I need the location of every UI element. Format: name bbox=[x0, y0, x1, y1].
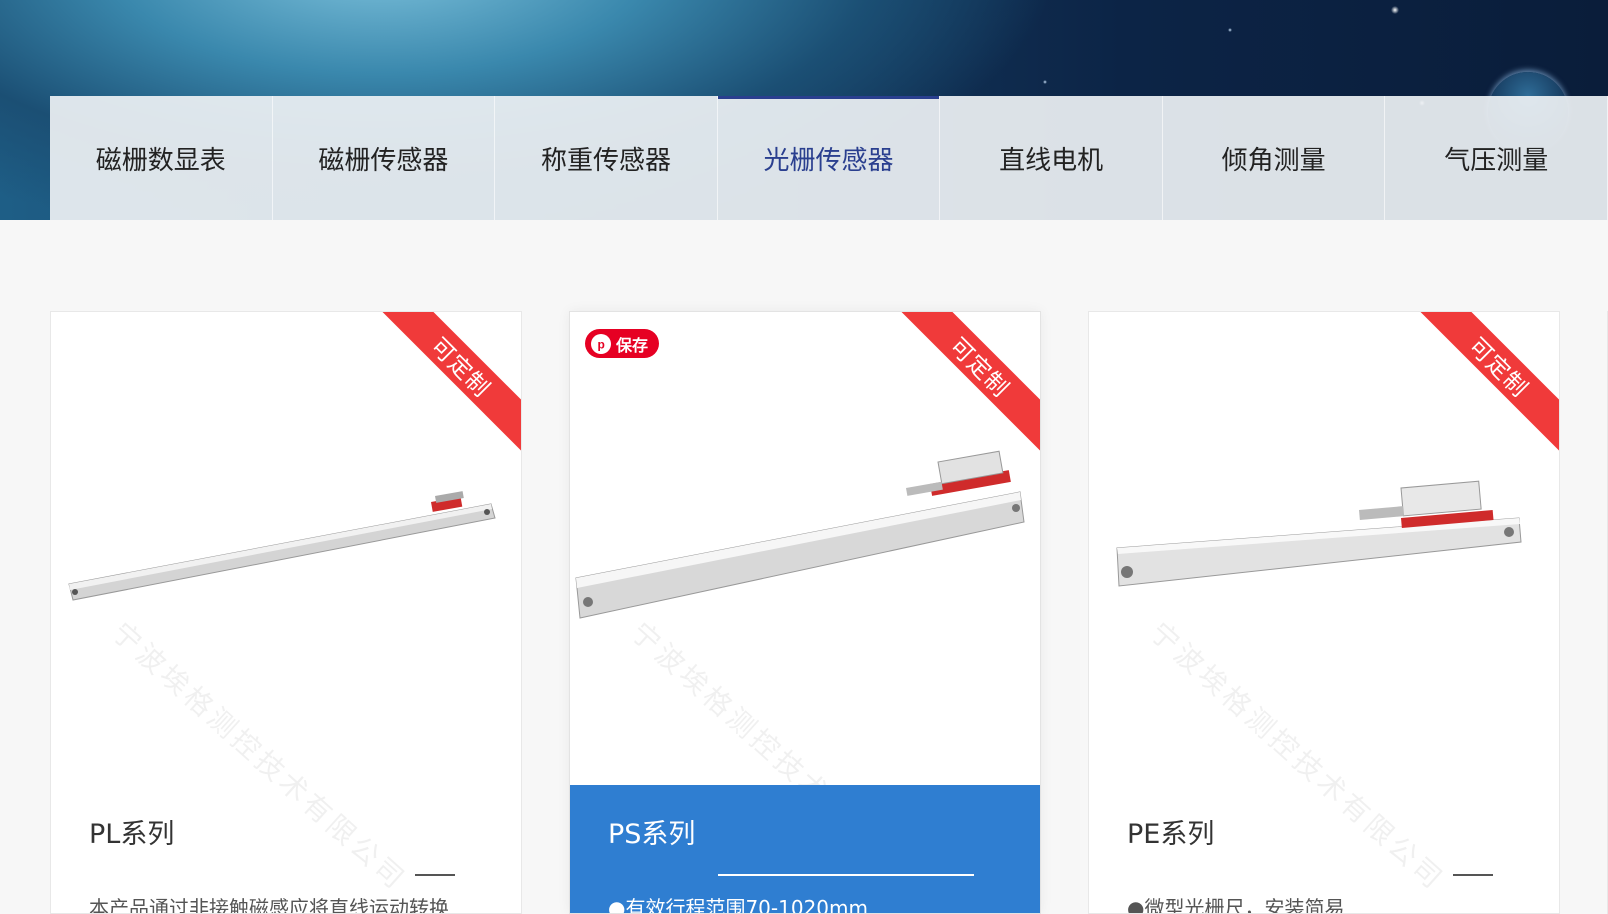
product-description: ●微型光栅尺，安装简易 bbox=[1127, 896, 1345, 914]
product-image-pl[interactable] bbox=[51, 432, 522, 692]
tab-magnetic-display[interactable]: 磁栅数显表 bbox=[50, 96, 273, 220]
divider bbox=[1453, 874, 1493, 876]
tab-linear-motor[interactable]: 直线电机 bbox=[940, 96, 1163, 220]
product-card-pl[interactable]: 可定制 宁波埃格测控技术有限公司 PL系列 本产品通过非接触磁感应将直线运动转换 bbox=[50, 311, 522, 914]
divider bbox=[718, 874, 974, 876]
tab-inclination[interactable]: 倾角测量 bbox=[1163, 96, 1386, 220]
divider bbox=[415, 874, 455, 876]
tab-magnetic-sensor[interactable]: 磁栅传感器 bbox=[273, 96, 496, 220]
product-image-ps[interactable] bbox=[570, 432, 1041, 692]
card-body: PS系列 ●有效行程范围70-1020mm bbox=[570, 785, 1040, 914]
tab-air-pressure[interactable]: 气压测量 bbox=[1385, 96, 1608, 220]
product-title[interactable]: PE系列 bbox=[1127, 812, 1214, 851]
pinterest-save-button[interactable]: p 保存 bbox=[585, 329, 660, 358]
tab-weighing-sensor[interactable]: 称重传感器 bbox=[495, 96, 718, 220]
product-description: 本产品通过非接触磁感应将直线运动转换 bbox=[89, 896, 449, 914]
product-description: ●有效行程范围70-1020mm bbox=[608, 896, 868, 914]
product-title[interactable]: PS系列 bbox=[608, 812, 695, 851]
category-tabs: 磁栅数显表 磁栅传感器 称重传感器 光栅传感器 直线电机 倾角测量 气压测量 bbox=[50, 96, 1608, 220]
product-card-ps[interactable]: 可定制 p 保存 宁波埃格测控技术有限公司 PS系列 ●有效行程范围70-102… bbox=[569, 311, 1041, 914]
card-body: PE系列 ●微型光栅尺，安装简易 bbox=[1089, 785, 1559, 914]
card-body: PL系列 本产品通过非接触磁感应将直线运动转换 bbox=[51, 785, 521, 914]
product-title[interactable]: PL系列 bbox=[89, 812, 174, 851]
tab-grating-sensor[interactable]: 光栅传感器 bbox=[717, 96, 941, 220]
product-card-pe[interactable]: 可定制 宁波埃格测控技术有限公司 PE系列 ●微型光栅尺，安装简易 bbox=[1088, 311, 1560, 914]
save-label: 保存 bbox=[616, 335, 649, 355]
svg-text:p: p bbox=[598, 337, 605, 351]
pinterest-icon: p bbox=[591, 333, 611, 354]
product-image-pe[interactable] bbox=[1089, 432, 1560, 692]
